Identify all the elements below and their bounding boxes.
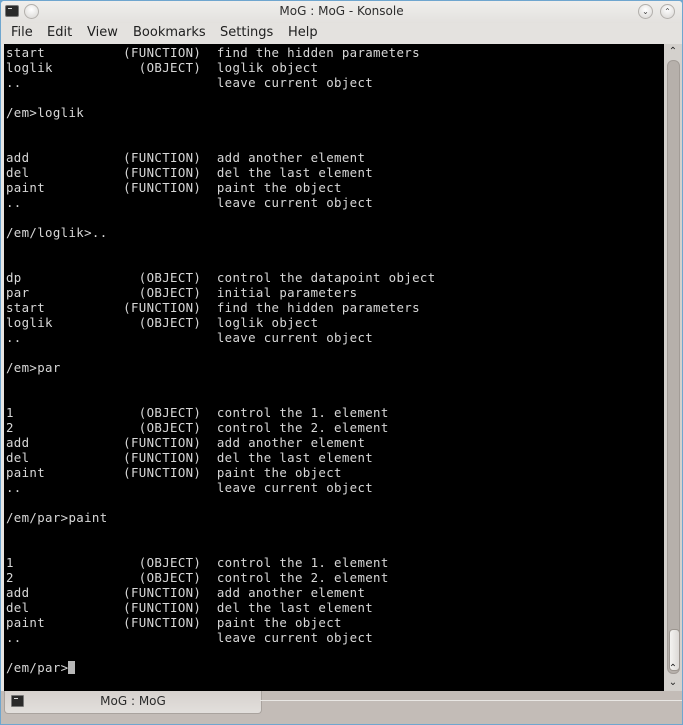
chevron-down-icon: ⌄: [642, 7, 649, 16]
terminal-line: add (FUNCTION) add another element: [6, 435, 366, 450]
terminal-line: start (FUNCTION) find the hidden paramet…: [6, 45, 420, 60]
terminal-line: del (FUNCTION) del the last element: [6, 600, 374, 615]
scroll-track[interactable]: [667, 60, 680, 674]
terminal-line: .. leave current object: [6, 330, 374, 345]
terminal-line: /em/loglik>..: [6, 225, 108, 240]
tab-bar: MoG : MoG: [1, 691, 682, 724]
terminal-line: loglik (OBJECT) loglik object: [6, 315, 319, 330]
terminal-line: /em>loglik: [6, 105, 85, 120]
terminal-line: .. leave current object: [6, 75, 374, 90]
terminal-line: 1 (OBJECT) control the 1. element: [6, 555, 389, 570]
menu-bar: File Edit View Bookmarks Settings Help: [1, 23, 682, 44]
terminal-line: loglik (OBJECT) loglik object: [6, 60, 319, 75]
window-title: MoG : MoG - Konsole: [279, 4, 404, 18]
terminal-line: start (FUNCTION) find the hidden paramet…: [6, 300, 420, 315]
text-cursor: [68, 661, 76, 674]
chevron-up-icon: ⌃: [664, 7, 671, 16]
terminal-line: /em>par: [6, 360, 61, 375]
terminal-line: paint (FUNCTION) paint the object: [6, 465, 342, 480]
terminal-line: .. leave current object: [6, 630, 374, 645]
prompt-line: /em/par>: [6, 660, 76, 675]
menu-help[interactable]: Help: [288, 25, 318, 40]
terminal-line: 1 (OBJECT) control the 1. element: [6, 405, 389, 420]
terminal-output[interactable]: start (FUNCTION) find the hidden paramet…: [4, 44, 664, 691]
tab-mog[interactable]: MoG : MoG: [4, 691, 262, 714]
menu-bookmarks[interactable]: Bookmarks: [133, 25, 206, 40]
terminal-line: del (FUNCTION) del the last element: [6, 165, 374, 180]
menu-file[interactable]: File: [11, 25, 33, 40]
terminal-line: add (FUNCTION) add another element: [6, 150, 366, 165]
terminal-line: /em/par>paint: [6, 510, 108, 525]
scroll-down-arrow-icon[interactable]: ⌄: [664, 676, 682, 690]
scroll-top-up-arrow-icon[interactable]: ⌃: [664, 45, 682, 59]
menu-edit[interactable]: Edit: [47, 25, 72, 40]
terminal-line: paint (FUNCTION) paint the object: [6, 615, 342, 630]
terminal-scrollbar[interactable]: ⌃ ⌃ ⌄: [664, 44, 682, 691]
terminal-line: 2 (OBJECT) control the 2. element: [6, 420, 389, 435]
tabbar-divider: [260, 700, 682, 701]
terminal-line: add (FUNCTION) add another element: [6, 585, 366, 600]
terminal-line: del (FUNCTION) del the last element: [6, 450, 374, 465]
terminal-line: .. leave current object: [6, 480, 374, 495]
scroll-up-arrow-icon[interactable]: ⌃: [664, 662, 682, 676]
title-bar[interactable]: MoG : MoG - Konsole ⌄ ⌃: [1, 1, 682, 23]
terminal-line: dp (OBJECT) control the datapoint object: [6, 270, 436, 285]
terminal-line: paint (FUNCTION) paint the object: [6, 180, 342, 195]
maximize-button[interactable]: ⌃: [660, 4, 675, 19]
minimize-button[interactable]: ⌄: [638, 4, 653, 19]
konsole-window: MoG : MoG - Konsole ⌄ ⌃ File Edit View B…: [0, 0, 683, 725]
terminal-line: par (OBJECT) initial parameters: [6, 285, 358, 300]
menu-view[interactable]: View: [87, 25, 118, 40]
menu-settings[interactable]: Settings: [220, 25, 273, 40]
terminal-line: .. leave current object: [6, 195, 374, 210]
tab-label: MoG : MoG: [100, 694, 166, 708]
terminal-line: 2 (OBJECT) control the 2. element: [6, 570, 389, 585]
